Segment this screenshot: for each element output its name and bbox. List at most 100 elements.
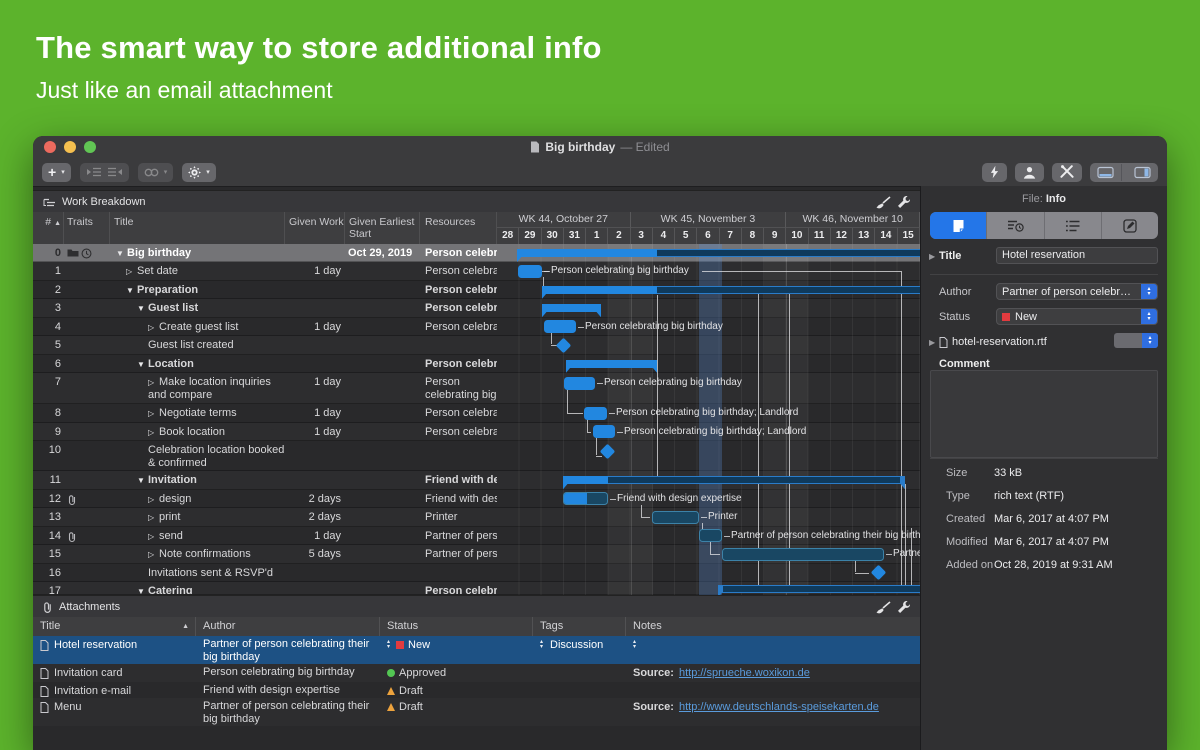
gantt-day-header[interactable]: 6 bbox=[697, 228, 719, 244]
stepper-icon[interactable]: ▴▾ bbox=[387, 640, 390, 650]
column-header-given-work[interactable]: Given Work bbox=[285, 212, 345, 244]
format-brush-icon[interactable] bbox=[875, 601, 891, 614]
status-popup[interactable]: New ▴▾ bbox=[996, 308, 1158, 325]
outline-row[interactable]: 11▼InvitationFriend with design expertis… bbox=[33, 471, 920, 490]
attachment-row[interactable]: Invitation e-mailFriend with design expe… bbox=[33, 682, 920, 698]
gantt-day-header[interactable]: 14 bbox=[875, 228, 897, 244]
minimize-window-button[interactable] bbox=[64, 141, 76, 153]
attachments-column-author[interactable]: Author bbox=[196, 617, 380, 636]
outline-row[interactable]: 15▷Note confirmations5 daysPartner of pe… bbox=[33, 545, 920, 564]
title-input[interactable]: Hotel reservation bbox=[996, 247, 1158, 264]
gantt-day-header[interactable]: 28 bbox=[497, 228, 519, 244]
attachments-column-notes[interactable]: Notes bbox=[626, 617, 920, 636]
disclosure-leaf-icon[interactable]: ▷ bbox=[148, 495, 159, 504]
column-header-number[interactable]: # ▲ bbox=[33, 212, 64, 244]
outline-row[interactable]: 10Celebration location booked & confirme… bbox=[33, 441, 920, 471]
outline-row[interactable]: 14▷send1 dayPartner of person celebratin… bbox=[33, 527, 920, 546]
actions-gear-button[interactable]: ▾ bbox=[182, 163, 216, 182]
tab-info-note[interactable] bbox=[930, 212, 987, 239]
gantt-day-header[interactable]: 9 bbox=[764, 228, 786, 244]
file-action-popup[interactable]: ▴▾ bbox=[1114, 333, 1158, 348]
indent-outdent-buttons[interactable] bbox=[80, 163, 129, 182]
outline-row[interactable]: 6▼LocationPerson celebrating big birthda… bbox=[33, 355, 920, 374]
zoom-window-button[interactable] bbox=[84, 141, 96, 153]
disclosure-triangle[interactable]: ▶ bbox=[929, 338, 939, 347]
outline-row[interactable]: 12▷design2 daysFriend with design expert… bbox=[33, 490, 920, 509]
gantt-day-header[interactable]: 13 bbox=[853, 228, 875, 244]
tab-info-list[interactable] bbox=[1045, 212, 1102, 239]
outline-row[interactable]: 16Invitations sent & RSVP'd bbox=[33, 564, 920, 583]
disclosure-leaf-icon[interactable]: ▷ bbox=[148, 532, 159, 541]
outline-row[interactable]: 1▷Set date1 dayPerson celebrating big bi… bbox=[33, 262, 920, 281]
attachments-column-status[interactable]: Status bbox=[380, 617, 533, 636]
quick-actions-button[interactable] bbox=[982, 163, 1007, 182]
outline-row[interactable]: 7▷Make location inquiries and compare1 d… bbox=[33, 373, 920, 404]
column-header-traits[interactable]: Traits bbox=[64, 212, 110, 244]
gantt-day-header[interactable]: 5 bbox=[675, 228, 697, 244]
attachment-row[interactable]: MenuPartner of person celebrating their … bbox=[33, 698, 920, 726]
disclosure-leaf-icon[interactable]: ▷ bbox=[148, 378, 159, 387]
gantt-day-header[interactable]: 2 bbox=[608, 228, 630, 244]
attachments-column-title[interactable]: Title▲ bbox=[33, 617, 196, 636]
settings-wrench-icon[interactable] bbox=[897, 600, 911, 614]
gantt-week-header[interactable]: WK 46, November 10 bbox=[786, 212, 920, 228]
disclosure-triangle[interactable]: ▶ bbox=[929, 252, 939, 261]
disclosure-open-icon[interactable]: ▼ bbox=[137, 360, 148, 369]
gantt-day-header[interactable]: 12 bbox=[831, 228, 853, 244]
gantt-day-header[interactable]: 4 bbox=[653, 228, 675, 244]
gantt-day-header[interactable]: 7 bbox=[720, 228, 742, 244]
gantt-day-header[interactable]: 31 bbox=[564, 228, 586, 244]
comment-textarea[interactable] bbox=[930, 370, 1158, 458]
stepper-icon[interactable]: ▴▾ bbox=[540, 640, 543, 664]
outline-row[interactable]: 8▷Negotiate terms1 dayPerson celebrating… bbox=[33, 404, 920, 423]
format-brush-icon[interactable] bbox=[875, 196, 891, 209]
stepper-icon[interactable]: ▴▾ bbox=[633, 640, 636, 664]
disclosure-leaf-icon[interactable]: ▷ bbox=[148, 409, 159, 418]
disclosure-leaf-icon[interactable]: ▷ bbox=[148, 323, 159, 332]
attachments-column-tags[interactable]: Tags bbox=[533, 617, 626, 636]
settings-tools-button[interactable] bbox=[1052, 163, 1082, 182]
gantt-day-header[interactable]: 1 bbox=[586, 228, 608, 244]
column-header-resources[interactable]: Resources bbox=[420, 212, 497, 244]
disclosure-leaf-icon[interactable]: ▷ bbox=[148, 513, 159, 522]
gantt-day-header[interactable]: 10 bbox=[786, 228, 808, 244]
disclosure-open-icon[interactable]: ▼ bbox=[137, 476, 148, 485]
link-tasks-button[interactable]: ▾ bbox=[138, 163, 174, 182]
outline-row[interactable]: 9▷Book location1 dayPerson celebrating b… bbox=[33, 423, 920, 442]
column-header-title[interactable]: Title bbox=[110, 212, 285, 244]
gantt-day-header[interactable]: 11 bbox=[809, 228, 831, 244]
add-item-button[interactable]: +▾ bbox=[42, 163, 71, 182]
disclosure-open-icon[interactable]: ▼ bbox=[137, 587, 148, 594]
column-header-given-earliest-start[interactable]: Given Earliest Start bbox=[345, 212, 420, 244]
gantt-day-header[interactable]: 15 bbox=[898, 228, 920, 244]
author-popup[interactable]: Partner of person celebrating their big … bbox=[996, 283, 1158, 300]
toggle-bottom-panel-button[interactable] bbox=[1090, 164, 1122, 181]
resources-button[interactable] bbox=[1015, 163, 1044, 182]
outline-row[interactable]: 4▷Create guest list1 dayPerson celebrati… bbox=[33, 318, 920, 337]
source-link[interactable]: http://sprueche.woxikon.de bbox=[679, 667, 810, 682]
outline-row[interactable]: 3▼Guest listPerson celebrating big birth… bbox=[33, 299, 920, 318]
disclosure-leaf-icon[interactable]: ▷ bbox=[126, 267, 137, 276]
gantt-day-header[interactable]: 8 bbox=[742, 228, 764, 244]
gantt-day-header[interactable]: 29 bbox=[519, 228, 541, 244]
outline-row[interactable]: 17▼CateringPerson celebrating big birthd… bbox=[33, 582, 920, 595]
outline-row[interactable]: 13▷print2 daysPrinter bbox=[33, 508, 920, 527]
tab-info-schedule[interactable] bbox=[987, 212, 1044, 239]
close-window-button[interactable] bbox=[44, 141, 56, 153]
source-link[interactable]: http://www.deutschlands-speisekarten.de bbox=[679, 701, 879, 726]
gantt-timescale[interactable]: WK 44, October 27WK 45, November 3WK 46,… bbox=[497, 212, 920, 244]
settings-wrench-icon[interactable] bbox=[897, 195, 911, 209]
toggle-right-panel-button[interactable] bbox=[1127, 164, 1158, 181]
tab-info-edit[interactable] bbox=[1102, 212, 1158, 239]
attachment-row[interactable]: Hotel reservationPartner of person celeb… bbox=[33, 636, 920, 664]
gantt-week-header[interactable]: WK 45, November 3 bbox=[631, 212, 787, 228]
gantt-day-header[interactable]: 30 bbox=[542, 228, 564, 244]
attachment-row[interactable]: Invitation cardPerson celebrating big bi… bbox=[33, 664, 920, 682]
disclosure-open-icon[interactable]: ▼ bbox=[126, 286, 137, 295]
outline-row[interactable]: 0▼Big birthdayOct 29, 2019Person celebra… bbox=[33, 244, 920, 262]
outline-row[interactable]: 5Guest list created bbox=[33, 336, 920, 355]
disclosure-leaf-icon[interactable]: ▷ bbox=[148, 428, 159, 437]
disclosure-leaf-icon[interactable]: ▷ bbox=[148, 550, 159, 559]
gantt-week-header[interactable]: WK 44, October 27 bbox=[497, 212, 631, 228]
disclosure-open-icon[interactable]: ▼ bbox=[137, 304, 148, 313]
